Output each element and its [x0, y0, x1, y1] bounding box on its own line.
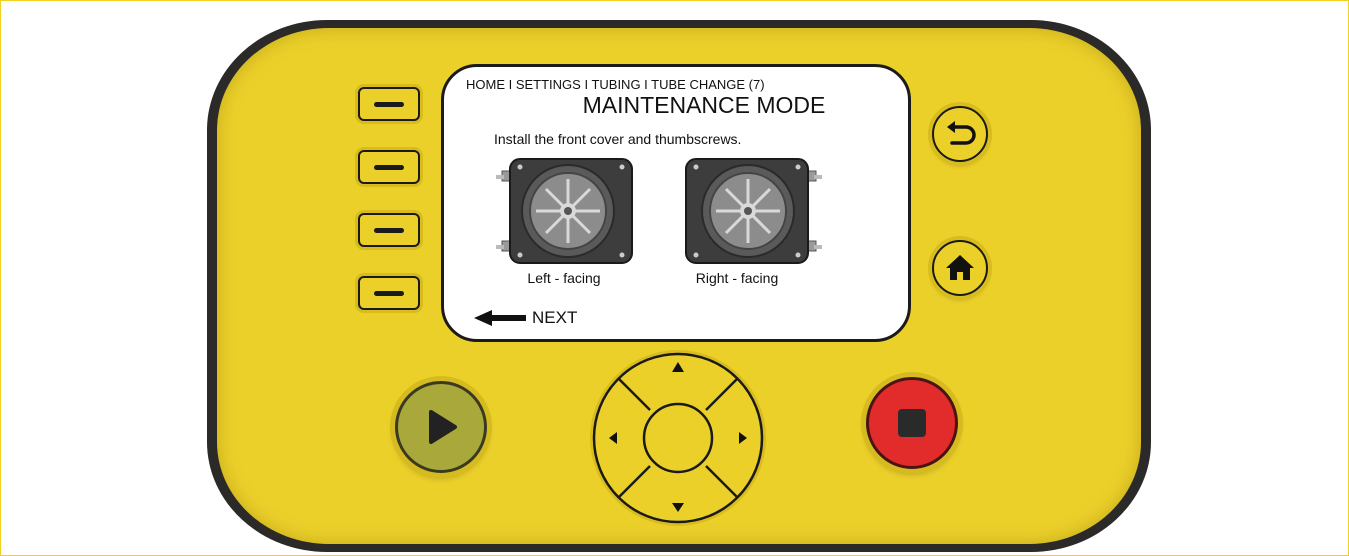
next-label: NEXT: [532, 308, 578, 327]
right-facing-caption: Right - facing: [695, 270, 779, 286]
instruction-text: Install the front cover and thumbscrews.: [494, 131, 742, 147]
page-title: MAINTENANCE MODE: [582, 92, 826, 118]
left-arrow-icon: [474, 310, 526, 326]
back-button[interactable]: [932, 106, 988, 162]
stop-button[interactable]: [866, 377, 958, 469]
next-softkey-hint: NEXT: [474, 307, 577, 329]
left-facing-pump-image: [496, 158, 633, 264]
home-icon: [946, 255, 974, 280]
softkey-bar: [374, 102, 404, 107]
softkey-bar: [374, 228, 404, 233]
display-screen: HOME I SETTINGS I TUBING I TUBE CHANGE (…: [441, 64, 911, 342]
play-icon: [429, 410, 457, 444]
dpad-center-button[interactable]: [642, 402, 714, 474]
softkey-bar: [374, 291, 404, 296]
softkey-4[interactable]: [358, 276, 420, 310]
back-arrow-icon: [947, 121, 976, 145]
softkey-2[interactable]: [358, 150, 420, 184]
softkey-3[interactable]: [358, 213, 420, 247]
directional-pad: [590, 350, 766, 526]
stop-icon: [898, 409, 926, 437]
left-facing-caption: Left - facing: [527, 270, 601, 286]
home-button[interactable]: [932, 240, 988, 296]
right-facing-pump-image: [685, 158, 822, 264]
breadcrumb: HOME I SETTINGS I TUBING I TUBE CHANGE (…: [466, 77, 765, 92]
softkey-bar: [374, 165, 404, 170]
softkey-1[interactable]: [358, 87, 420, 121]
play-button[interactable]: [395, 381, 487, 473]
